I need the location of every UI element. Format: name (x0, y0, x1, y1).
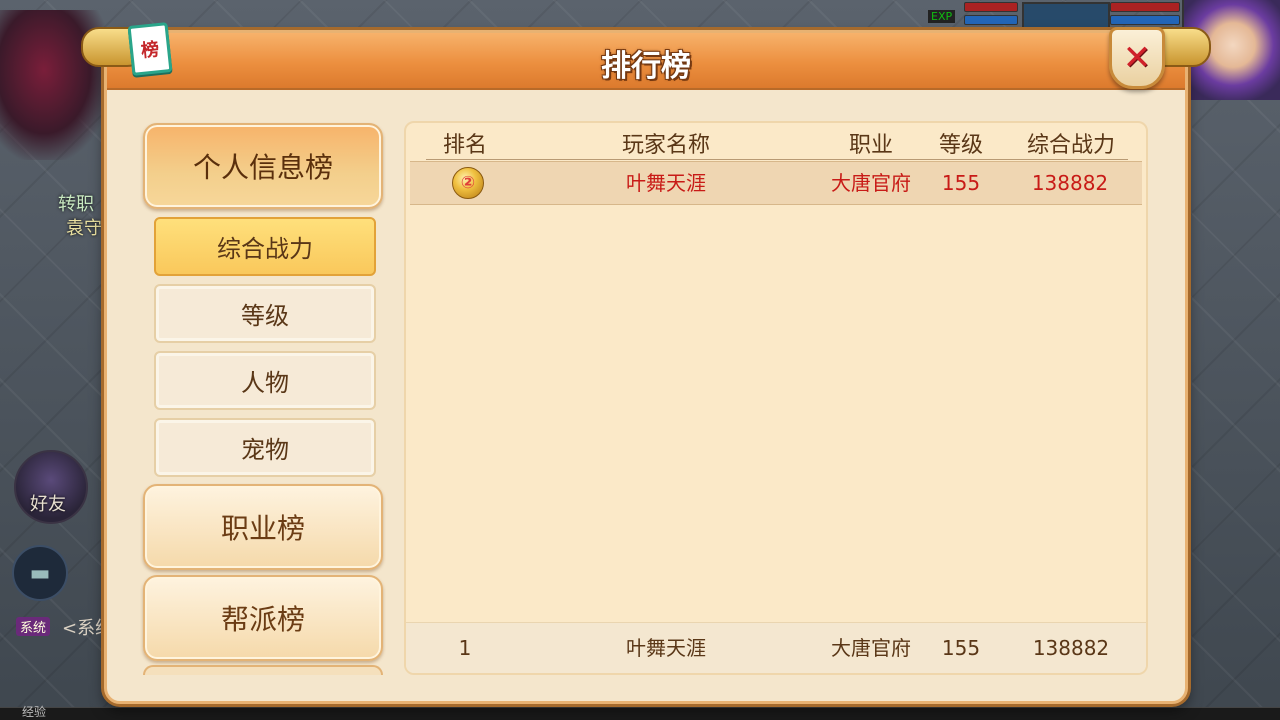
table-row[interactable]: ② 叶舞天涯 大唐官府 155 138882 (410, 161, 1142, 205)
column-header-name: 玩家名称 (621, 133, 710, 158)
npc-name-text: 袁守 (66, 218, 102, 239)
title-bar: 榜 排行榜 ✕ (81, 22, 1211, 90)
column-header-rank: 排名 (442, 133, 487, 158)
player-status-bars (964, 2, 1018, 32)
pet-status-bars (1110, 2, 1180, 28)
ranking-table: 排名 玩家名称 职业 等级 综合战力 ② 叶舞天涯 大唐官府 155 13888… (404, 121, 1148, 675)
row-level: 155 (941, 171, 981, 195)
system-channel-tag: 系统 (16, 617, 51, 636)
header-divider (426, 159, 1128, 160)
ranking-window: 榜 排行榜 ✕ 个人信息榜 综合战力 等级 人物 宠物 职业榜 帮派榜 排名 玩… (81, 22, 1211, 704)
self-rank-row: 1 叶舞天涯 大唐官府 155 138882 (406, 622, 1146, 673)
row-power: 138882 (1031, 171, 1109, 195)
exp-label: 经验 (22, 705, 47, 719)
tab-guild[interactable]: 帮派榜 (143, 575, 383, 661)
npc-title-text: 转职 (58, 194, 94, 215)
self-power: 138882 (1032, 636, 1110, 660)
exp-bar (0, 707, 1280, 720)
self-name: 叶舞天涯 (626, 636, 706, 660)
window-title: 排行榜 (601, 49, 691, 84)
chat-button[interactable]: ▬ (12, 545, 68, 601)
friend-label: 好友 (30, 494, 66, 515)
2-medal-icon: ② (452, 167, 484, 199)
row-player-name: 叶舞天涯 (626, 171, 706, 195)
chat-icon: ▬ (29, 560, 51, 586)
sidebar-scroll-cutoff (143, 665, 383, 675)
subtab-combat-power[interactable]: 综合战力 (154, 217, 376, 276)
self-rank: 1 (458, 636, 472, 660)
close-icon: ✕ (1122, 38, 1152, 78)
subtab-pet[interactable]: 宠物 (154, 418, 376, 477)
self-job: 大唐官府 (831, 636, 911, 660)
subtab-level[interactable]: 等级 (154, 284, 376, 343)
tab-profession[interactable]: 职业榜 (143, 484, 383, 570)
column-header-job: 职业 (848, 133, 893, 158)
self-level: 155 (941, 636, 981, 660)
column-header-level: 等级 (938, 133, 983, 158)
tab-personal-info[interactable]: 个人信息榜 (143, 123, 383, 209)
row-job: 大唐官府 (831, 171, 911, 195)
close-button[interactable]: ✕ (1109, 27, 1165, 89)
exp-tag: EXP (928, 10, 956, 23)
subtab-character[interactable]: 人物 (154, 351, 376, 410)
column-header-power: 综合战力 (1026, 133, 1115, 158)
